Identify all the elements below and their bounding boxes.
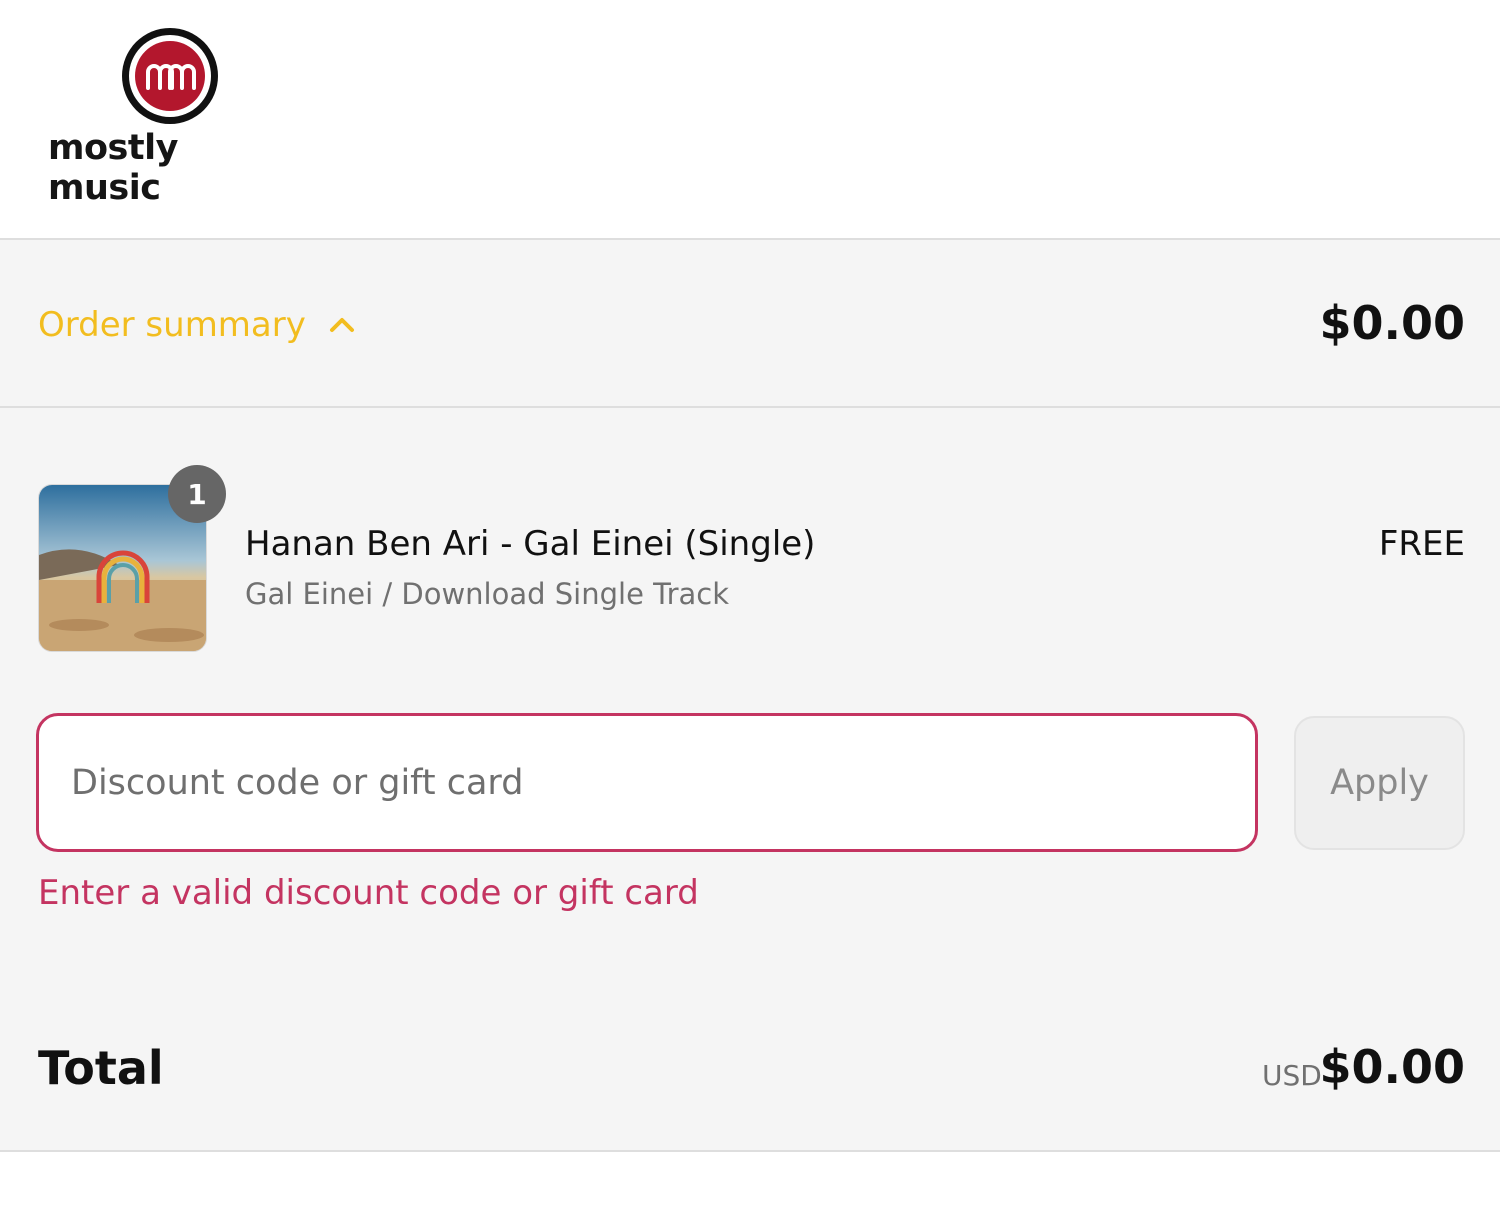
order-summary-label: Order summary [38,305,306,345]
product-title: Hanan Ben Ari - Gal Einei (Single) [245,524,816,564]
order-summary-price: $0.00 [1319,296,1465,350]
apply-discount-button[interactable]: Apply [1294,716,1465,850]
summary-divider [0,406,1500,408]
logo-wordmark: mostly music [48,128,178,208]
order-summary-panel [0,240,1500,1151]
footer-divider [0,1150,1500,1152]
order-summary-toggle[interactable]: Order summary [38,305,356,345]
product-price: FREE [1378,524,1465,564]
product-variant: Gal Einei / Download Single Track [245,577,730,611]
quantity-badge: 1 [168,465,226,523]
discount-code-input[interactable] [36,713,1258,852]
logo-mark-icon [122,28,218,124]
total-currency: USD [1262,1059,1322,1092]
chevron-up-icon [329,318,354,332]
mostly-music-logo[interactable]: mostly music [48,28,298,208]
discount-error-message: Enter a valid discount code or gift card [38,873,699,913]
total-amount: $0.00 [1319,1040,1465,1094]
total-label: Total [38,1041,164,1095]
checkout-header: mostly music [0,0,1500,239]
